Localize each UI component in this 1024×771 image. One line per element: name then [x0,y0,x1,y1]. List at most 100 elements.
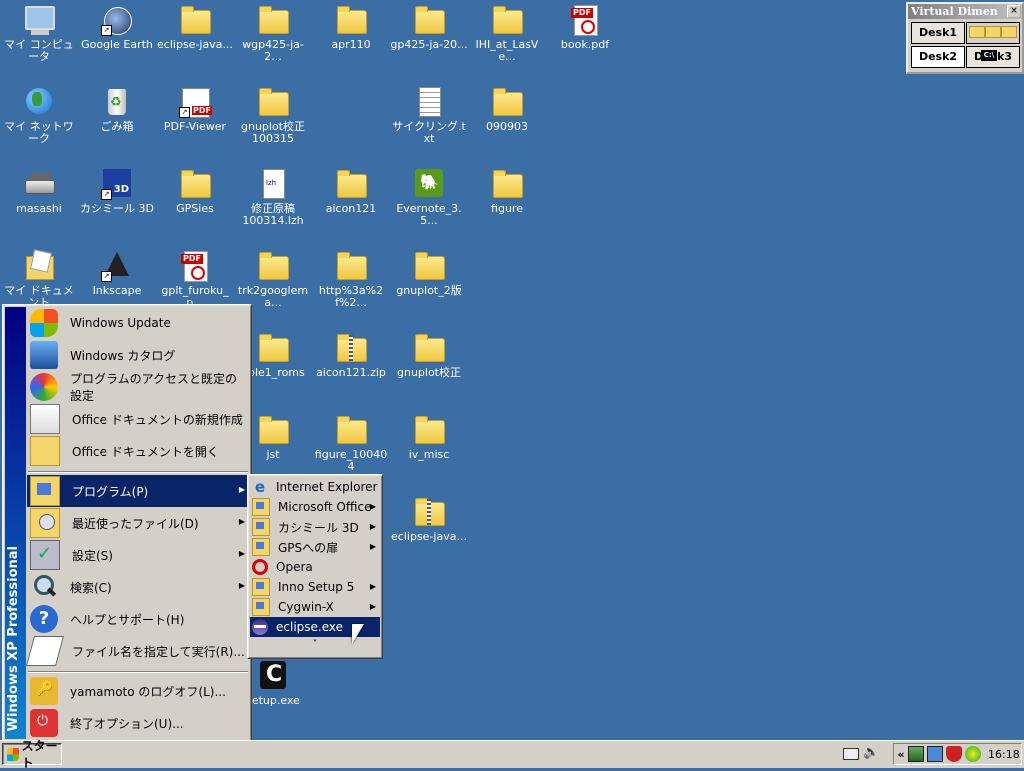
desktop-item[interactable]: 090903 [468,82,546,162]
folder-icon [985,26,1001,38]
evernote-icon [413,168,445,200]
programs-menu-item[interactable]: Inno Setup 5 ▶ [250,577,380,597]
desktop-item[interactable]: book.pdf [546,0,624,80]
desktop-item-label: gnuplot校正 [396,366,461,379]
security-shield-icon[interactable] [946,746,962,762]
start-menu-item[interactable]: プログラムのアクセスと既定の設定 [27,371,249,403]
start-menu-item[interactable]: Office ドキュメントを開く [27,435,249,467]
close-icon[interactable]: × [1007,5,1021,18]
shortcut-arrow-icon [179,107,190,118]
desk-preview-folders[interactable] [966,22,1020,44]
keyboard-icon[interactable] [843,748,859,760]
desktop-item[interactable]: マイ コンピュータ [0,0,78,80]
start-menu-item[interactable]: Office ドキュメントの新規作成 [27,403,249,435]
folder-icon [257,250,289,282]
desktop-item-label: apr110 [331,38,371,51]
network-icon[interactable] [908,746,924,762]
program-folder-icon [252,498,270,516]
desktop-item[interactable]: gnuplot校正 100315 [234,82,312,162]
desktop-item[interactable]: eclipse-java... [156,0,234,80]
internet-explorer-icon [252,479,268,495]
start-menu-item[interactable]: ファイル名を指定して実行(R)... [25,635,249,667]
desktop-item[interactable]: aicon121.zip [312,328,390,408]
desktop-item-label: カシミール 3D [80,202,154,215]
desktop-item[interactable]: gnuplot校正 [390,328,468,408]
desktop-item[interactable]: gp425-ja-20... [390,0,468,80]
desk-2-label: Desk2 [918,50,958,63]
desktop-item[interactable]: wgp425-ja-2... [234,0,312,80]
programs-menu-item[interactable]: Internet Explorer [250,477,380,497]
programs-menu-item[interactable]: Opera [250,557,380,577]
desk-1[interactable]: Desk1 [911,22,965,44]
desktop-item[interactable]: Google Earth [78,0,156,80]
desktop-item[interactable]: Evernote_3.5... [390,164,468,244]
programs-menu-item-label: Cygwin-X [278,600,334,614]
desktop-item[interactable]: gnuplot_2版 [390,246,468,326]
desktop-item[interactable]: IHI_at_LasVe... [468,0,546,80]
start-menu-item[interactable]: 終了オプション(U)... [27,707,249,739]
desktop-item[interactable]: masashi [0,164,78,244]
recent-documents-icon [30,508,60,538]
start-menu-item-label: Windows Update [70,316,171,330]
desktop-item[interactable]: figure [468,164,546,244]
submenu-arrow-icon: ▶ [369,502,376,511]
folder-icon [491,168,523,200]
program-folder-icon [252,598,270,616]
start-menu-item-label: yamamoto のログオフ(L)... [70,684,226,699]
start-button[interactable]: スタート [2,739,62,770]
start-menu-item[interactable]: Windows カタログ [27,339,249,371]
desktop-item[interactable]: iv_misc [390,410,468,490]
help-icon [30,605,58,633]
network-connection-icon[interactable] [927,746,943,762]
submenu-arrow-icon: ▶ [369,582,376,591]
programs-menu-item-label: カシミール 3D [278,520,359,535]
speaker-icon[interactable] [863,746,879,762]
recycle-bin-icon [101,86,133,118]
show-hidden-icons-chevron[interactable]: « [894,748,908,761]
desktop-item[interactable]: apr110 [312,0,390,80]
submenu-arrow-icon: ▶ [369,542,376,551]
start-menu-item[interactable]: プログラム(P) ▶ [27,475,249,507]
network-drive-icon [23,168,55,200]
desktop-item-label: eclipse-java... [391,530,467,543]
menu-separator [28,471,248,473]
start-menu-item[interactable]: 設定(S) ▶ [27,539,249,571]
programs-menu-item[interactable]: Cygwin-X ▶ [250,597,380,617]
desk-3[interactable]: Desk3 C:\ [966,46,1020,68]
desk-2[interactable]: Desk2 [911,46,965,68]
antivirus-icon[interactable] [965,746,981,762]
start-menu-item[interactable]: Windows Update [27,307,249,339]
programs-menu-item[interactable]: GPSへの扉 ▶ [250,537,380,557]
desktop-item[interactable]: eclipse-java... [390,492,468,572]
desktop-item[interactable]: 修正原稿 100314.lzh [234,164,312,244]
desktop-item[interactable]: ごみ箱 [78,82,156,162]
program-folder-icon [252,518,270,536]
start-menu-item[interactable]: ヘルプとサポート(H) [27,603,249,635]
desktop-item[interactable]: PDF-Viewer [156,82,234,162]
folder-icon [179,168,211,200]
desktop-item[interactable]: カシミール 3D [78,164,156,244]
desktop-item[interactable]: aicon121 [312,164,390,244]
desktop-item-label: Google Earth [81,38,153,51]
desktop-item[interactable]: マイ ネットワーク [0,82,78,162]
clock[interactable]: 16:18 [988,748,1020,761]
programs-menu-item[interactable]: カシミール 3D ▶ [250,517,380,537]
submenu-arrow-icon: ▶ [369,522,376,531]
start-menu-item[interactable]: 最近使ったファイル(D) ▶ [27,507,249,539]
start-menu-item[interactable]: 検索(C) ▶ [27,571,249,603]
console-icon: C:\ [981,50,997,61]
start-menu-item[interactable]: yamamoto のログオフ(L)... [27,675,249,707]
desktop-item[interactable]: http%3a%2f%2... [312,246,390,326]
program-folder-icon [252,578,270,596]
desktop-item-label: ごみ箱 [100,120,134,133]
eclipse-icon [252,619,268,635]
folder-icon [413,4,445,36]
desktop-item[interactable]: GPSies [156,164,234,244]
desktop-item-label: 修正原稿 100314.lzh [242,202,304,227]
programs-menu-item[interactable]: Microsoft Office ▶ [250,497,380,517]
desktop-item-label: Inkscape [92,284,142,297]
folder-icon [257,332,289,364]
desktop-item-label: マイ コンピュータ [4,38,74,63]
desktop-item[interactable]: サイクリング.txt [390,82,468,162]
my-network-icon [23,86,55,118]
